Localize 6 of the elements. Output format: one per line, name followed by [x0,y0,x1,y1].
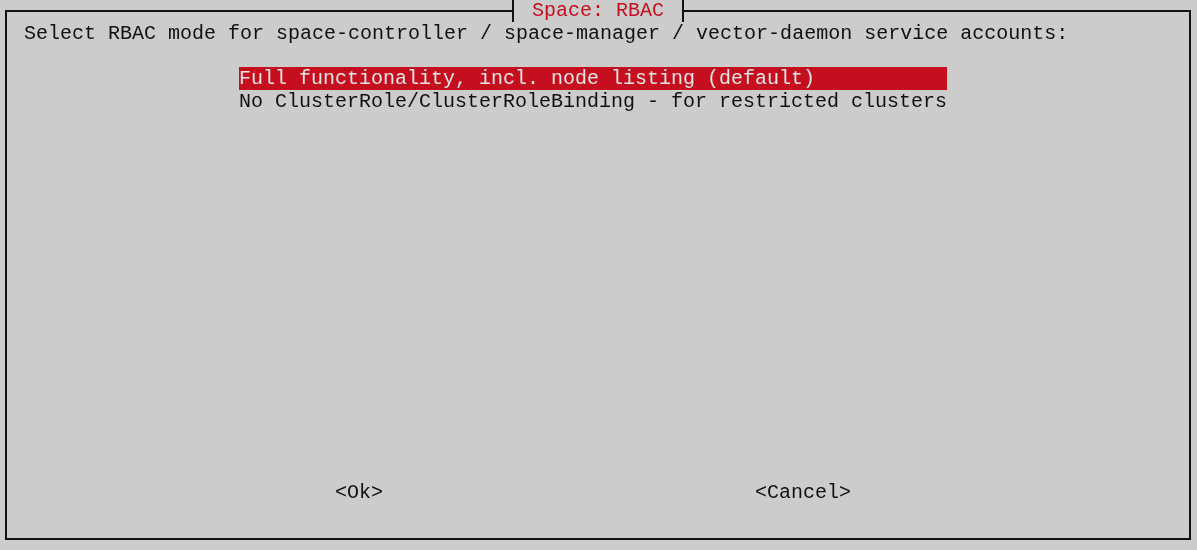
prompt-text: Select RBAC mode for space-controller / space-manager / vector-daemon service accounts: [24,22,1070,45]
menu-item[interactable]: Full functionality, incl. node listing (default) [239,67,948,90]
dialog-button[interactable]: <Cancel> [755,481,852,504]
dialog-title: Space: RBAC [512,0,684,22]
dialog-button[interactable]: <Ok> [335,481,383,504]
menu-item[interactable]: No ClusterRole/ClusterRoleBinding - for restricted clusters [239,90,948,113]
